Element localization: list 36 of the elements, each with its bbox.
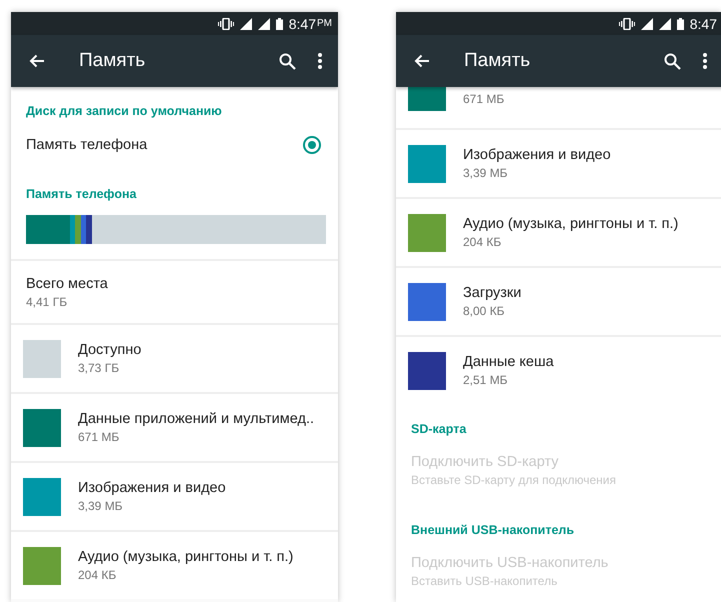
screen-title: Память <box>79 50 146 72</box>
signal-icon <box>640 18 653 30</box>
storage-category[interactable]: Данные кеша 2,51 МБ <box>396 335 721 404</box>
storage-category[interactable]: Аудио (музыка, рингтоны и т. п.) 204 КБ <box>11 530 338 599</box>
section-header: Внешний USB-накопитель <box>410 522 576 539</box>
section-header: SD-карта <box>410 421 468 438</box>
storage-category[interactable]: Изображения и видео 3,39 МБ <box>11 461 338 530</box>
search-icon[interactable] <box>279 52 296 70</box>
total-value: 4,41 ГБ <box>26 295 68 309</box>
more-options-icon[interactable] <box>318 53 322 69</box>
storage-category[interactable]: Доступно 3,73 ГБ <box>11 323 338 392</box>
vibrate-icon <box>218 18 234 30</box>
clock-time: 8:47 <box>288 16 316 32</box>
storage-category[interactable]: Изображения и видео 3,39 МБ <box>396 128 721 197</box>
battery-icon <box>276 18 283 30</box>
signal-icon <box>258 18 270 30</box>
search-icon[interactable] <box>664 52 681 70</box>
storage-category[interactable]: Аудио (музыка, рингтоны и т. п.) 204 КБ <box>396 197 721 266</box>
back-arrow-icon[interactable] <box>29 54 45 68</box>
storage-category[interactable]: Загрузки 8,00 КБ <box>396 266 721 335</box>
section-header: Диск для записи по умолчанию <box>25 103 223 120</box>
vibrate-icon <box>618 18 635 30</box>
category-size: 671 МБ <box>463 92 504 106</box>
total-label: Всего места <box>26 276 109 292</box>
clock-period: PM <box>317 18 332 29</box>
storage-category[interactable]: Данные приложений и мультимед.. 671 МБ <box>11 392 338 461</box>
signal-icon <box>240 18 252 30</box>
storage-option[interactable]: Память телефона <box>11 128 338 170</box>
more-options-icon[interactable] <box>703 53 707 69</box>
back-arrow-icon[interactable] <box>414 54 430 68</box>
section-header: Память телефона <box>25 186 138 203</box>
clock-time: 8:47 <box>690 16 717 32</box>
battery-icon <box>676 18 684 30</box>
radio-button[interactable] <box>303 136 321 154</box>
signal-icon <box>658 18 671 30</box>
screen-title: Память <box>464 50 532 72</box>
